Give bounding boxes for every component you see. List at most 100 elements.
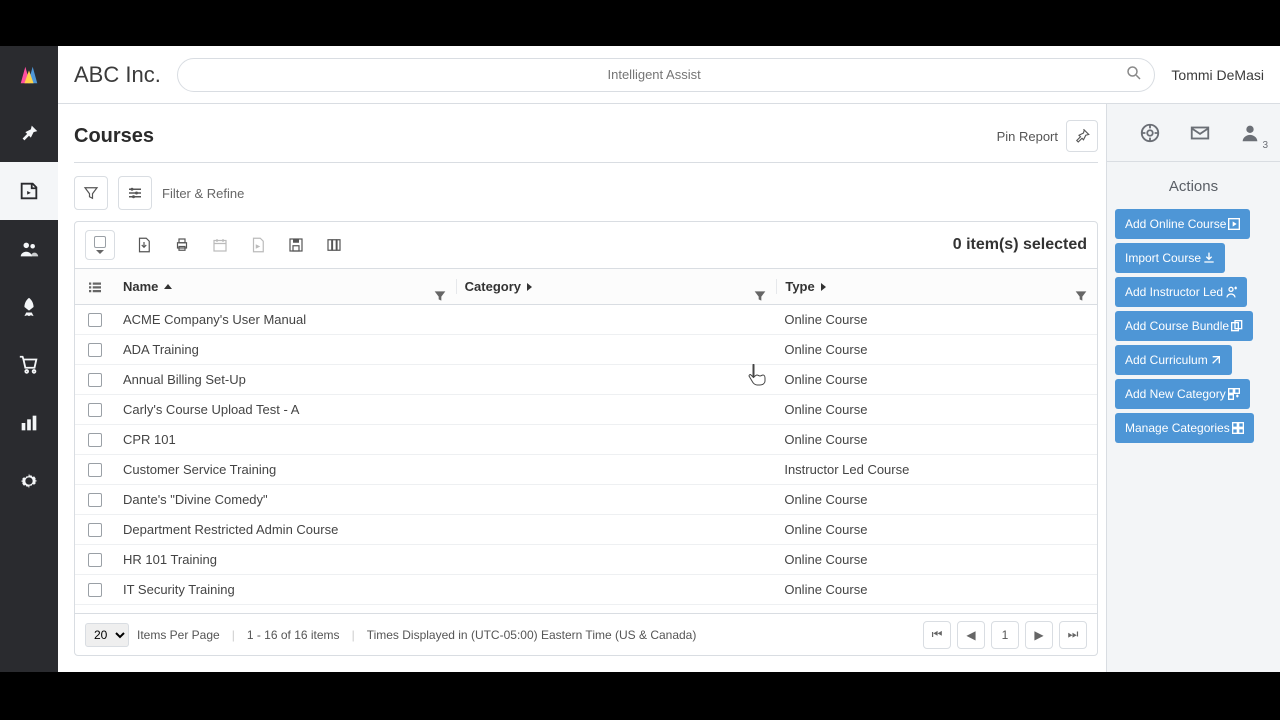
row-name: Department Restricted Admin Course [115, 522, 456, 537]
col-name-header[interactable]: Name [115, 279, 456, 294]
row-name: Customer Service Training [115, 462, 456, 477]
action-label: Add Course Bundle [1125, 319, 1229, 333]
page-first[interactable]: ⏮ [923, 621, 951, 649]
leftnav [0, 46, 58, 672]
action-import-course[interactable]: Import Course [1115, 243, 1225, 273]
sort-right-icon [527, 283, 532, 291]
row-checkbox[interactable] [88, 523, 102, 537]
action-label: Add Online Course [1125, 217, 1226, 231]
row-type: Online Course [776, 342, 1097, 357]
select-all-dropdown[interactable] [85, 230, 115, 260]
nav-users[interactable] [0, 220, 58, 278]
row-type: Online Course [776, 522, 1097, 537]
action-add-curriculum[interactable]: Add Curriculum [1115, 345, 1232, 375]
nav-courses[interactable] [0, 162, 58, 220]
export-button[interactable] [127, 228, 161, 262]
user-name[interactable]: Tommi DeMasi [1171, 67, 1264, 83]
row-type: Online Course [776, 552, 1097, 567]
col-type-label: Type [785, 279, 814, 294]
customize-columns-button[interactable] [118, 176, 152, 210]
pin-report-button[interactable] [1066, 120, 1098, 152]
filter-button[interactable] [74, 176, 108, 210]
col-category-header[interactable]: Category [456, 279, 777, 294]
col-name-label: Name [123, 279, 158, 294]
nav-settings[interactable] [0, 452, 58, 510]
col-type-header[interactable]: Type [776, 279, 1097, 294]
actions-title: Actions [1107, 162, 1280, 205]
row-type: Online Course [776, 492, 1097, 507]
messages-icon[interactable] [1180, 113, 1220, 153]
per-page-select[interactable]: 20 [85, 623, 129, 647]
page-prev[interactable]: ◀ [957, 621, 985, 649]
pin-report-label: Pin Report [997, 129, 1058, 144]
table-row[interactable]: Carly's Course Upload Test - AOnline Cou… [75, 395, 1097, 425]
row-checkbox[interactable] [88, 403, 102, 417]
row-name: Carly's Course Upload Test - A [115, 402, 456, 417]
col-type-filter[interactable] [1073, 288, 1089, 304]
nav-pin[interactable] [0, 104, 58, 162]
action-add-online-course[interactable]: Add Online Course [1115, 209, 1250, 239]
profile-icon[interactable]: 3 [1230, 113, 1270, 153]
action-label: Add New Category [1125, 387, 1226, 401]
schedule-button[interactable] [203, 228, 237, 262]
support-icon[interactable] [1130, 113, 1170, 153]
action-label: Manage Categories [1125, 421, 1230, 435]
row-checkbox[interactable] [88, 493, 102, 507]
columns-button[interactable] [317, 228, 351, 262]
row-name: CPR 101 [115, 432, 456, 447]
table-row[interactable]: HR 101 Training Online Course [75, 545, 1097, 575]
row-name: ADA Training [115, 342, 456, 357]
table-row[interactable]: Customer Service TrainingInstructor Led … [75, 455, 1097, 485]
table-body: ACME Company's User ManualOnline CourseA… [75, 305, 1097, 613]
nav-reports[interactable] [0, 394, 58, 452]
row-type: Online Course [776, 582, 1097, 597]
col-category-filter[interactable] [752, 288, 768, 304]
row-name: ACME Company's User Manual [115, 312, 456, 327]
col-name-filter[interactable] [432, 288, 448, 304]
action-label: Add Instructor Led [1125, 285, 1223, 299]
table-row[interactable]: Dante's "Divine Comedy" Online Course [75, 485, 1097, 515]
range-label: 1 - 16 of 16 items [247, 628, 340, 642]
save-view-button[interactable] [279, 228, 313, 262]
page-next[interactable]: ▶ [1025, 621, 1053, 649]
row-name: Dante's "Divine Comedy" [115, 492, 456, 507]
selection-count: 0 item(s) selected [953, 236, 1087, 254]
row-name: HR 101 Training [115, 552, 456, 567]
table-row[interactable]: Annual Billing Set-UpOnline Course [75, 365, 1097, 395]
row-checkbox[interactable] [88, 433, 102, 447]
table-row[interactable]: Department Restricted Admin Course Online… [75, 515, 1097, 545]
per-page-label: Items Per Page [137, 628, 220, 642]
table-row[interactable]: CPR 101Online Course [75, 425, 1097, 455]
table-row[interactable]: IT Security Training Online Course [75, 575, 1097, 605]
page-current: 1 [991, 621, 1019, 649]
row-checkbox[interactable] [88, 343, 102, 357]
row-checkbox[interactable] [88, 313, 102, 327]
copy-link-button[interactable] [241, 228, 275, 262]
col-category-label: Category [465, 279, 521, 294]
nav-launch[interactable] [0, 278, 58, 336]
table-row[interactable]: ACME Company's User Manual Online Course [75, 305, 1097, 335]
sort-asc-icon [164, 284, 172, 289]
company-name: ABC Inc. [74, 62, 161, 88]
nav-store[interactable] [0, 336, 58, 394]
row-name: IT Security Training [115, 582, 456, 597]
filter-refine-label: Filter & Refine [162, 186, 244, 201]
page-last[interactable]: ⏭ [1059, 621, 1087, 649]
timezone-label: Times Displayed in (UTC-05:00) Eastern T… [367, 628, 697, 642]
table-row[interactable]: ADA Training Online Course [75, 335, 1097, 365]
sort-right-icon [821, 283, 826, 291]
search-input[interactable] [177, 58, 1156, 92]
app-logo [0, 46, 58, 104]
action-add-course-bundle[interactable]: Add Course Bundle [1115, 311, 1253, 341]
action-add-new-category[interactable]: Add New Category [1115, 379, 1250, 409]
page-title: Courses [74, 125, 154, 148]
row-checkbox[interactable] [88, 553, 102, 567]
row-checkbox[interactable] [88, 463, 102, 477]
search-button[interactable] [1123, 64, 1145, 86]
row-checkbox[interactable] [88, 583, 102, 597]
action-manage-categories[interactable]: Manage Categories [1115, 413, 1254, 443]
print-button[interactable] [165, 228, 199, 262]
row-checkbox[interactable] [88, 373, 102, 387]
row-type: Online Course [776, 312, 1097, 327]
action-add-instructor-led[interactable]: Add Instructor Led [1115, 277, 1247, 307]
